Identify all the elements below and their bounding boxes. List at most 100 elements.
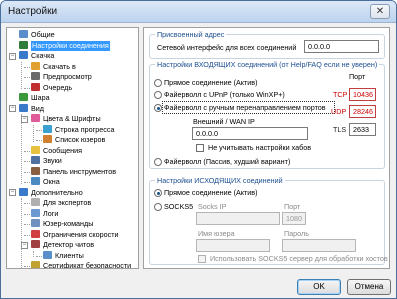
socks-password-input[interactable] xyxy=(282,239,356,252)
tree-item-download[interactable]: Скачка xyxy=(19,51,54,61)
socks-port-input[interactable]: 1080 xyxy=(282,212,306,225)
socks-port-label: Порт xyxy=(284,202,301,211)
ok-button[interactable]: OK xyxy=(297,279,341,295)
connection-settings-icon xyxy=(19,40,28,49)
tree-item-label: Настройки соединения xyxy=(31,40,110,51)
user-commands-icon xyxy=(31,219,40,227)
tree-item-label: Вид xyxy=(31,103,45,113)
tree-item-colors-fonts[interactable]: Цвета & Шрифты xyxy=(31,114,101,124)
incoming-active-radio[interactable] xyxy=(154,79,162,87)
ignore-hubs-label[interactable]: Не учитывать настройки хабов xyxy=(208,143,311,153)
sharing-icon xyxy=(19,93,28,101)
tree-item-label: Скачка xyxy=(31,51,55,60)
tree-item-label: Для экспертов xyxy=(43,198,92,207)
tree-item-windows[interactable]: Окна xyxy=(31,177,60,187)
tree-item-connection-settings[interactable]: Настройки соединения xyxy=(19,40,110,51)
tree-item-download-to[interactable]: Скачать в xyxy=(31,61,76,72)
incoming-title: Настройки ВХОДЯЩИХ соединений (от Help/F… xyxy=(155,59,380,70)
ext-ip-input[interactable]: 0.0.0.0 xyxy=(192,127,308,140)
tree-item-label: Ограничения скорости xyxy=(43,229,119,239)
cancel-button[interactable]: Отмена xyxy=(347,279,391,295)
tree-item-security-certificate[interactable]: Сертификат безопасности xyxy=(31,261,131,268)
incoming-group: Настройки ВХОДЯЩИХ соединений (от Help/F… xyxy=(149,59,385,169)
tree-connector xyxy=(24,224,30,225)
tree-collapse-icon[interactable]: − xyxy=(9,189,16,196)
tree-item-logs[interactable]: Логи xyxy=(31,208,58,219)
tree-item-sounds[interactable]: Звуки xyxy=(31,156,62,166)
tree-item-label: Детектор читов xyxy=(43,240,95,249)
tree-collapse-icon[interactable]: − xyxy=(21,115,28,123)
tree-item-toolbar[interactable]: Панель инструментов xyxy=(31,166,117,177)
general-icon xyxy=(19,30,28,38)
advanced-icon xyxy=(19,187,28,196)
progress-bar-icon xyxy=(43,124,52,133)
tree-item-advanced[interactable]: Дополнительно xyxy=(19,187,83,198)
outgoing-direct-label[interactable]: Прямое соединение (Актив) xyxy=(164,188,258,198)
incoming-passive-label[interactable]: Файерволл (Пассив, худший вариант) xyxy=(164,157,290,167)
socks-ip-label: Socks IP xyxy=(198,202,227,211)
incoming-manual-radio[interactable] xyxy=(154,104,162,112)
download-to-icon xyxy=(31,61,40,70)
outgoing-title: Настройки ИСХОДЯЩИХ соединений xyxy=(155,175,285,186)
speed-limits-icon xyxy=(31,229,40,238)
tree-connector xyxy=(21,114,22,184)
appearance-icon xyxy=(19,103,28,112)
tree-connector xyxy=(21,61,22,89)
tree-connector xyxy=(24,161,30,162)
tree-item-cheat-detector[interactable]: Детектор читов xyxy=(31,240,94,250)
tls-port-input[interactable]: 2633 xyxy=(349,123,376,136)
outgoing-socks-radio[interactable] xyxy=(154,203,162,211)
tree-connector xyxy=(24,266,30,267)
use-socks-resolve-label[interactable]: Использовать SOCKS5 сервер для обработки… xyxy=(210,254,388,264)
socks-login-input[interactable] xyxy=(196,239,270,252)
tcp-port-input[interactable]: 10436 xyxy=(349,88,376,101)
incoming-active-label[interactable]: Прямое соединение (Актив) xyxy=(164,78,258,88)
outgoing-socks-label[interactable]: SOCKS5 xyxy=(164,202,193,212)
tree-item-user-commands[interactable]: Юзер-команды xyxy=(31,219,93,229)
udp-port-input[interactable]: 28246 xyxy=(349,105,376,118)
use-socks-resolve-checkbox[interactable] xyxy=(198,255,206,263)
tree-connector xyxy=(24,234,30,236)
udp-label: UDP xyxy=(331,107,347,116)
incoming-upnp-radio[interactable] xyxy=(154,91,162,99)
tree-item-progress-bar[interactable]: Строка прогресса xyxy=(43,124,114,135)
tree-item-speed-limits[interactable]: Ограничения скорости xyxy=(31,229,119,240)
tree-item-user-list[interactable]: Список юзеров xyxy=(43,135,105,145)
tree-item-preview[interactable]: Предпросмотр xyxy=(31,72,92,82)
tree-item-label: Сообщения xyxy=(43,145,83,155)
ignore-hubs-checkbox[interactable] xyxy=(196,144,204,152)
tree-collapse-icon[interactable]: − xyxy=(21,241,28,249)
port-header: Порт xyxy=(349,72,366,81)
download-icon xyxy=(19,51,28,59)
tree-item-clients[interactable]: Клиенты xyxy=(43,250,84,261)
windows-icon xyxy=(31,177,40,185)
tree-connector xyxy=(36,255,42,257)
tree-connector xyxy=(33,124,34,142)
tree-item-label: Очередь xyxy=(43,82,73,92)
incoming-upnp-label[interactable]: Файерволл с UPnP (только WinXP+) xyxy=(164,90,285,100)
tree-collapse-icon[interactable]: − xyxy=(9,52,16,60)
tcp-label: TCP xyxy=(333,90,348,99)
tree-item-appearance[interactable]: Вид xyxy=(19,103,45,114)
tree-item-label: Панель инструментов xyxy=(43,166,117,176)
socks-ip-input[interactable] xyxy=(196,212,280,225)
tree-item-queue[interactable]: Очередь xyxy=(31,82,73,93)
title-bar: Настройки ✕ xyxy=(1,1,396,23)
iface-input[interactable]: 0.0.0.0 xyxy=(304,40,379,53)
incoming-passive-radio[interactable] xyxy=(154,158,162,166)
ext-ip-label: Внешний / WAN IP xyxy=(193,117,255,126)
close-button[interactable]: ✕ xyxy=(370,4,390,19)
outgoing-direct-radio[interactable] xyxy=(154,189,162,197)
tree-item-sharing[interactable]: Шара xyxy=(19,93,50,103)
incoming-manual-label[interactable]: Файерволл с ручным перенаправлением порт… xyxy=(164,103,326,113)
tree-item-experts[interactable]: Для экспертов xyxy=(31,198,91,208)
tree-connector xyxy=(24,171,30,173)
tree-item-messages[interactable]: Сообщения xyxy=(31,145,83,156)
tree-collapse-icon[interactable]: − xyxy=(9,105,16,112)
connection-settings-panel: Присвоенный адрес Сетевой интерфейс для … xyxy=(143,27,390,269)
tree-connector xyxy=(33,250,34,257)
tree-connector xyxy=(24,203,30,204)
toolbar-icon xyxy=(31,166,40,175)
tree-item-general[interactable]: Общие xyxy=(19,30,55,40)
preview-icon xyxy=(31,72,40,80)
